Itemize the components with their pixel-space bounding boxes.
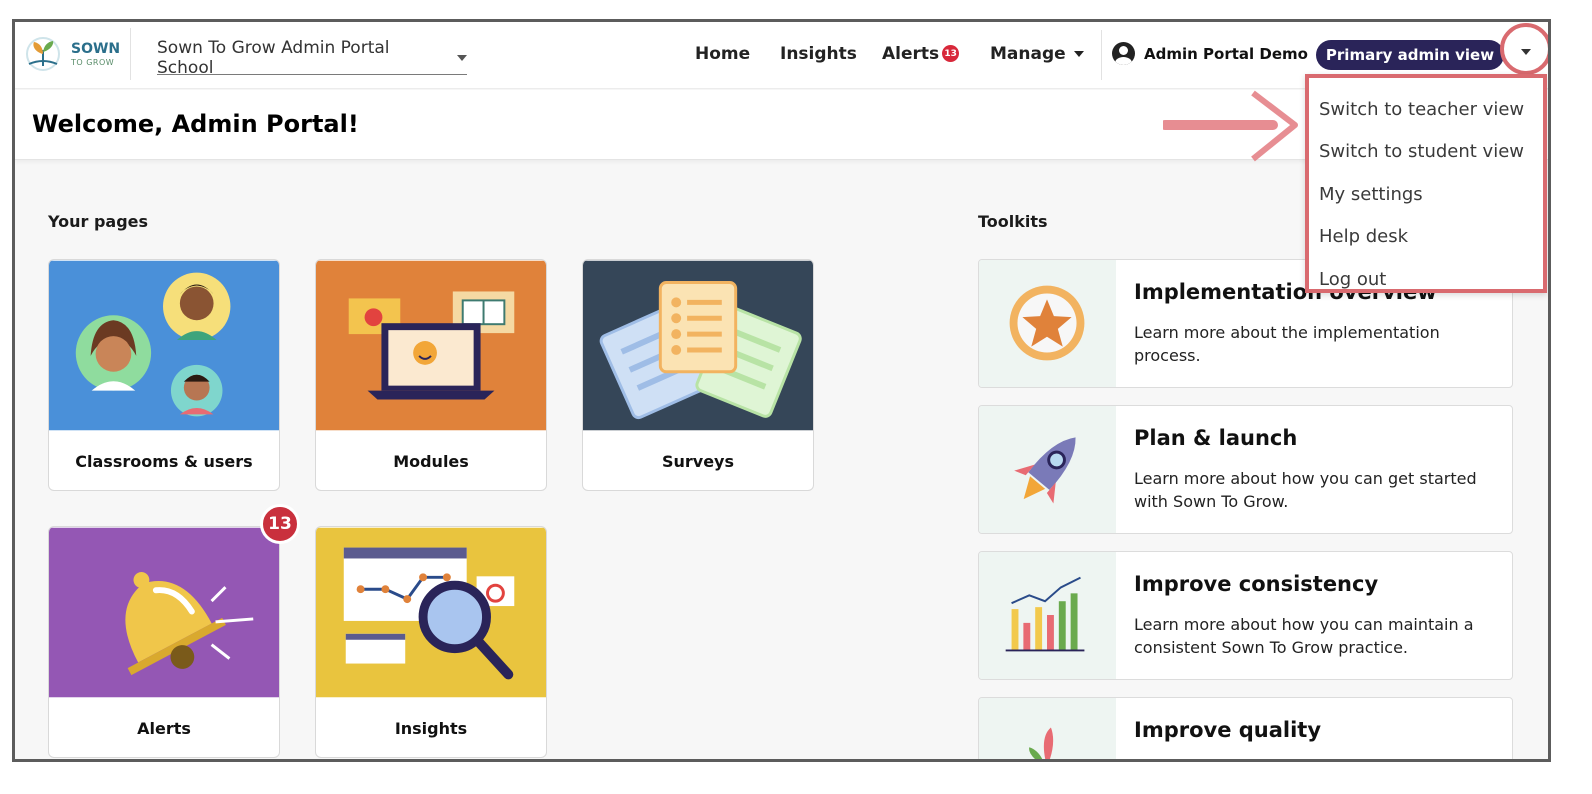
- menu-item-help-desk[interactable]: Help desk: [1309, 216, 1543, 259]
- nav-home[interactable]: Home: [695, 44, 750, 64]
- your-pages-heading: Your pages: [48, 212, 149, 231]
- nav-insights[interactable]: Insights: [780, 44, 857, 64]
- app-window: SOWN TO GROW Sown To Grow Admin Portal S…: [12, 19, 1551, 762]
- annotation-arrow-icon: [1163, 90, 1298, 162]
- menu-item-switch-teacher-view[interactable]: Switch to teacher view: [1309, 88, 1543, 131]
- surveys-illustration: [583, 260, 813, 431]
- toolkit-card-plan-launch[interactable]: Plan & launch Learn more about how you c…: [978, 405, 1513, 534]
- chevron-down-icon: [1521, 49, 1531, 55]
- toolkit-description: Learn more about how you can get started…: [1134, 469, 1477, 511]
- page-card-label: Alerts: [137, 718, 191, 738]
- toolkit-card-quality[interactable]: Improve quality: [978, 697, 1513, 759]
- nav-alerts-label: Alerts: [882, 44, 940, 64]
- toolkit-description: Learn more about the implementation proc…: [1134, 323, 1440, 365]
- page-card-label: Insights: [394, 718, 468, 738]
- rocket-icon: [979, 406, 1116, 533]
- header-divider: [130, 28, 131, 80]
- page-card-label: Surveys: [661, 451, 735, 471]
- page-card-label: Modules: [393, 451, 469, 471]
- header-divider: [1101, 30, 1102, 80]
- menu-item-log-out[interactable]: Log out: [1309, 258, 1543, 301]
- growth-bar-chart-icon: [979, 552, 1116, 679]
- plant-icon: [979, 698, 1116, 759]
- page-card-alerts[interactable]: Alerts: [48, 526, 280, 758]
- view-switch-dropdown-button[interactable]: [1500, 23, 1548, 75]
- logo-subtitle: TO GROW: [71, 58, 115, 67]
- nav-manage-label: Manage: [990, 44, 1066, 64]
- alerts-bell-illustration: [49, 527, 279, 698]
- view-mode-pill[interactable]: Primary admin view: [1316, 40, 1504, 70]
- menu-item-my-settings[interactable]: My settings: [1309, 173, 1543, 216]
- toolkit-title: Improve consistency: [1134, 572, 1379, 596]
- alerts-count-badge: 13: [942, 45, 960, 62]
- page-title: Welcome, Admin Portal!: [32, 110, 359, 138]
- logo-wordmark: SOWN TO GROW: [71, 42, 120, 70]
- chevron-down-icon: [1073, 51, 1084, 57]
- star-badge-icon: [979, 260, 1116, 387]
- page-card-modules[interactable]: Modules: [315, 259, 547, 491]
- sprout-logo-icon: [26, 37, 60, 71]
- nav-manage[interactable]: Manage: [990, 44, 1084, 64]
- chevron-down-icon: [457, 54, 467, 61]
- user-name: Admin Portal Demo: [1144, 44, 1308, 63]
- alerts-count-badge: 13: [260, 504, 300, 544]
- user-avatar-icon: [1112, 42, 1135, 65]
- brand-logo[interactable]: SOWN TO GROW: [23, 36, 120, 72]
- nav-alerts[interactable]: Alerts 13: [882, 44, 960, 64]
- view-switch-menu: Switch to teacher view Switch to student…: [1305, 74, 1547, 293]
- page-card-insights[interactable]: Insights: [315, 526, 547, 758]
- toolkit-title: Plan & launch: [1134, 426, 1298, 450]
- page-card-classrooms[interactable]: Classrooms & users: [48, 259, 280, 491]
- toolkit-title: Improve quality: [1134, 718, 1322, 742]
- toolkit-description: Learn more about how you can maintain a …: [1134, 615, 1474, 657]
- school-select-value: Sown To Grow Admin Portal School: [157, 37, 390, 78]
- user-account[interactable]: Admin Portal Demo: [1112, 42, 1308, 65]
- logo-name: SOWN: [71, 41, 121, 57]
- page-card-surveys[interactable]: Surveys: [582, 259, 814, 491]
- page-card-label: Classrooms & users: [75, 451, 253, 471]
- modules-illustration: [316, 260, 546, 431]
- toolkit-card-consistency[interactable]: Improve consistency Learn more about how…: [978, 551, 1513, 680]
- insights-illustration: [316, 527, 546, 698]
- menu-item-switch-student-view[interactable]: Switch to student view: [1309, 131, 1543, 174]
- school-select[interactable]: Sown To Grow Admin Portal School: [157, 37, 467, 78]
- toolkits-heading: Toolkits: [978, 212, 1048, 231]
- classrooms-illustration: [49, 260, 279, 431]
